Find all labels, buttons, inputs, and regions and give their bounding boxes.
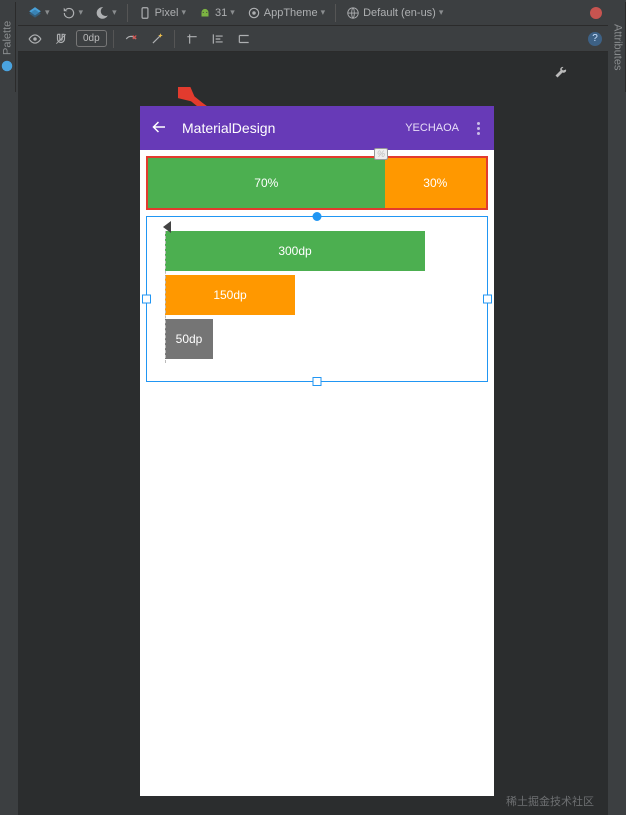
night-mode-button[interactable]: ▾ <box>91 3 121 23</box>
wrench-icon[interactable] <box>555 66 567 81</box>
chevron-down-icon: ▾ <box>321 7 326 18</box>
chevron-down-icon: ▾ <box>230 7 235 18</box>
percent-layout[interactable]: % 70% 30% <box>146 156 488 210</box>
bar-label: 150dp <box>213 288 246 302</box>
layout-toolbar: 0dp ? <box>18 26 608 52</box>
warnings-indicator[interactable] <box>590 7 602 19</box>
globe-icon <box>346 6 360 20</box>
resize-handle[interactable] <box>313 212 322 221</box>
view-mode-button[interactable]: ▾ <box>24 3 54 23</box>
separator <box>113 30 114 48</box>
guideline-icon <box>185 32 199 46</box>
phone-icon <box>138 6 152 20</box>
design-toolbar: ▾ ▾ ▾ Pixel ▾ 31 ▾ AppTheme ▾ Default (e… <box>18 0 608 26</box>
rotate-icon <box>62 6 76 20</box>
design-canvas[interactable]: MaterialDesign YECHAOA % 70% 30% 300dp 15… <box>18 52 608 815</box>
app-bar: MaterialDesign YECHAOA <box>140 106 494 150</box>
attributes-tab[interactable]: Attributes <box>610 2 626 92</box>
align-button[interactable] <box>207 29 229 49</box>
android-icon <box>198 6 212 20</box>
align-icon <box>211 32 225 46</box>
percent-bar-30[interactable]: 30% <box>385 158 486 208</box>
clear-constraints-button[interactable] <box>120 29 142 49</box>
device-label: Pixel <box>155 7 179 19</box>
view-options-button[interactable] <box>24 29 46 49</box>
locale-picker[interactable]: Default (en-us) ▾ <box>342 3 447 23</box>
help-label: ? <box>592 33 598 44</box>
api-label: 31 <box>215 7 227 19</box>
theme-label: AppTheme <box>264 7 318 19</box>
target-icon <box>247 6 261 20</box>
back-icon[interactable] <box>150 118 168 139</box>
magnet-icon <box>54 32 68 46</box>
app-subtitle: YECHAOA <box>405 122 459 134</box>
percent-label: 30% <box>423 176 447 190</box>
chevron-down-icon: ▾ <box>112 7 117 18</box>
clear-constraints-icon <box>124 32 138 46</box>
chevron-down-icon: ▾ <box>79 7 84 18</box>
orientation-button[interactable]: ▾ <box>58 3 88 23</box>
autoconnect-button[interactable] <box>50 29 72 49</box>
pack-button[interactable] <box>233 29 255 49</box>
device-frame[interactable]: MaterialDesign YECHAOA % 70% 30% 300dp 15… <box>140 106 494 796</box>
width-bar[interactable]: 150dp <box>165 275 295 315</box>
attributes-tab-label: Attributes <box>612 24 624 70</box>
infer-constraints-button[interactable] <box>146 29 168 49</box>
resize-handle[interactable] <box>313 377 322 386</box>
chevron-down-icon: ▾ <box>439 7 444 18</box>
palette-tab[interactable]: Palette <box>0 2 16 92</box>
bar-label: 50dp <box>176 332 203 346</box>
moon-icon <box>95 6 109 20</box>
separator <box>335 4 336 22</box>
device-picker[interactable]: Pixel ▾ <box>134 3 190 23</box>
separator <box>127 4 128 22</box>
width-bar[interactable]: 300dp <box>165 231 425 271</box>
chevron-down-icon: ▾ <box>181 7 186 18</box>
chevron-down-icon: ▾ <box>45 7 50 18</box>
default-margin-picker[interactable]: 0dp <box>76 30 107 47</box>
margin-value: 0dp <box>83 33 100 44</box>
wand-icon <box>150 32 164 46</box>
pack-icon <box>237 32 251 46</box>
theme-picker[interactable]: AppTheme ▾ <box>243 3 329 23</box>
watermark: 稀土掘金技术社区 <box>506 793 594 809</box>
selected-linear-layout[interactable]: 300dp 150dp 50dp <box>146 216 488 382</box>
layers-icon <box>28 6 42 20</box>
separator <box>174 30 175 48</box>
palette-tab-label: Palette <box>2 21 14 55</box>
palette-icon <box>1 59 15 73</box>
percent-bar-70[interactable]: 70% <box>148 158 385 208</box>
resize-handle[interactable] <box>483 295 492 304</box>
api-picker[interactable]: 31 ▾ <box>194 3 239 23</box>
locale-label: Default (en-us) <box>363 7 436 19</box>
percent-badge: % <box>374 148 388 160</box>
bar-label: 300dp <box>278 244 311 258</box>
help-button[interactable]: ? <box>588 32 602 46</box>
width-bar[interactable]: 50dp <box>165 319 213 359</box>
resize-handle[interactable] <box>142 295 151 304</box>
overflow-icon[interactable] <box>473 122 484 135</box>
eye-icon <box>28 32 42 46</box>
guidelines-button[interactable] <box>181 29 203 49</box>
percent-label: 70% <box>254 176 278 190</box>
guideline[interactable] <box>165 231 166 363</box>
app-title: MaterialDesign <box>182 120 275 136</box>
